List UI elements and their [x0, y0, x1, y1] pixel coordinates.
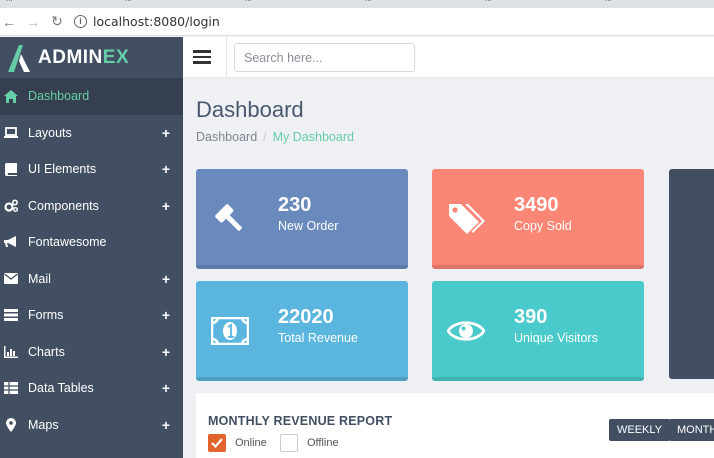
url-text[interactable]: localhost:8080/login: [93, 14, 220, 29]
sidebar-item-label: Mail: [28, 271, 51, 286]
stat-card-copy-sold[interactable]: 3490 Copy Sold: [432, 169, 644, 269]
reload-icon[interactable]: ↻: [48, 13, 66, 30]
sidebar-item-label: Dashboard: [28, 89, 90, 104]
bar-chart-icon: [4, 345, 18, 359]
header-divider: [226, 37, 227, 78]
expand-plus-icon[interactable]: +: [162, 198, 170, 214]
sidebar-item-components[interactable]: Components +: [0, 188, 183, 225]
offline-checkbox[interactable]: Offline: [280, 434, 339, 452]
sidebar-item-label: Maps: [28, 417, 59, 432]
browser-tab[interactable]: ...: [125, 0, 132, 6]
expand-plus-icon[interactable]: +: [162, 344, 170, 360]
stat-value: 390: [514, 306, 548, 328]
sidebar-item-label: Charts: [28, 344, 65, 359]
expand-plus-icon[interactable]: +: [162, 125, 170, 141]
weekly-button[interactable]: WEEKLY: [609, 419, 671, 441]
search-input[interactable]: [234, 43, 415, 72]
stat-label: Total Revenue: [278, 331, 358, 345]
breadcrumb: Dashboard / My Dashboard: [196, 130, 354, 144]
sidebar-item-label: Forms: [28, 308, 64, 323]
sidebar-item-label: Data Tables: [28, 381, 94, 396]
map-marker-icon: [4, 417, 18, 432]
browser-tab[interactable]: ...: [6, 0, 13, 6]
browser-tab[interactable]: ...: [365, 0, 372, 6]
header-bar: [183, 37, 714, 78]
brand-name: ADMINEX: [38, 46, 130, 68]
home-icon: [4, 89, 18, 103]
sidebar-item-forms[interactable]: Forms +: [0, 297, 183, 334]
browser-tab[interactable]: ...: [605, 0, 612, 6]
info-icon[interactable]: i: [74, 15, 87, 28]
browser-tab-strip: ... ... ... ... ... ...: [0, 0, 714, 8]
expand-plus-icon[interactable]: +: [162, 417, 170, 433]
laptop-icon: [4, 126, 18, 140]
sidebar-item-mail[interactable]: Mail +: [0, 261, 183, 298]
expand-plus-icon[interactable]: +: [162, 380, 170, 396]
sidebar-item-layouts[interactable]: Layouts +: [0, 115, 183, 152]
stat-card-new-order[interactable]: 230 New Order: [196, 169, 408, 269]
envelope-icon: [4, 272, 18, 286]
logo-mark-icon: [8, 44, 30, 72]
stat-label: New Order: [278, 219, 339, 233]
stat-card-unique-visitors[interactable]: 390 Unique Visitors: [432, 281, 644, 381]
browser-tab[interactable]: ...: [245, 0, 252, 6]
sidebar-item-label: Components: [28, 198, 99, 213]
menu-toggle-icon[interactable]: [193, 50, 211, 64]
sidebar-item-charts[interactable]: Charts +: [0, 334, 183, 371]
logo[interactable]: ADMINEX: [0, 37, 183, 78]
sidebar-item-fontawesome[interactable]: Fontawesome: [0, 224, 183, 261]
breadcrumb-separator: /: [263, 130, 267, 144]
online-label: Online: [235, 437, 267, 449]
sidebar-menu: Dashboard Layouts + UI Elements + Compon…: [0, 78, 183, 443]
tags-icon: [446, 199, 486, 239]
money-icon: [210, 311, 250, 351]
expand-plus-icon[interactable]: +: [162, 161, 170, 177]
browser-tab[interactable]: ...: [485, 0, 492, 6]
expand-plus-icon[interactable]: +: [162, 271, 170, 287]
page-title: Dashboard: [196, 97, 304, 122]
back-arrow-icon[interactable]: ←: [0, 14, 18, 30]
breadcrumb-root-link[interactable]: Dashboard: [196, 130, 257, 144]
expand-plus-icon[interactable]: +: [162, 307, 170, 323]
forward-arrow-icon[interactable]: →: [24, 14, 42, 30]
stat-value: 3490: [514, 194, 559, 216]
sidebar-item-label: Fontawesome: [28, 235, 107, 250]
monthly-button[interactable]: MONTH: [669, 419, 714, 441]
breadcrumb-current: My Dashboard: [272, 130, 354, 144]
stat-card-partial: [669, 169, 714, 379]
gavel-icon: [210, 199, 250, 239]
bullhorn-icon: [4, 235, 18, 249]
revenue-report-panel: MONTHLY REVENUE REPORT Online Offline WE…: [196, 393, 714, 458]
cogs-icon: [4, 199, 18, 213]
table-icon: [4, 381, 18, 395]
stat-card-total-revenue[interactable]: 22020 Total Revenue: [196, 281, 408, 381]
checkbox-box[interactable]: [280, 434, 298, 452]
book-icon: [4, 162, 18, 176]
stat-value: 230: [278, 194, 312, 216]
tasks-icon: [4, 308, 18, 322]
sidebar-item-label: Layouts: [28, 125, 72, 140]
sidebar-item-data-tables[interactable]: Data Tables +: [0, 370, 183, 407]
sidebar-item-label: UI Elements: [28, 162, 97, 177]
browser-address-bar: ← → ↻ i localhost:8080/login: [0, 8, 714, 36]
checkmark-icon[interactable]: [208, 434, 226, 452]
sidebar-item-dashboard[interactable]: Dashboard: [0, 78, 183, 115]
report-title: MONTHLY REVENUE REPORT: [208, 414, 393, 428]
sidebar: ADMINEX Dashboard Layouts + UI Elements …: [0, 37, 183, 458]
stat-label: Copy Sold: [514, 219, 572, 233]
stat-value: 22020: [278, 306, 334, 328]
sidebar-item-maps[interactable]: Maps +: [0, 407, 183, 444]
sidebar-item-ui-elements[interactable]: UI Elements +: [0, 151, 183, 188]
stat-label: Unique Visitors: [514, 331, 598, 345]
eye-icon: [446, 311, 486, 351]
offline-label: Offline: [307, 437, 339, 449]
online-checkbox[interactable]: Online: [208, 434, 267, 452]
